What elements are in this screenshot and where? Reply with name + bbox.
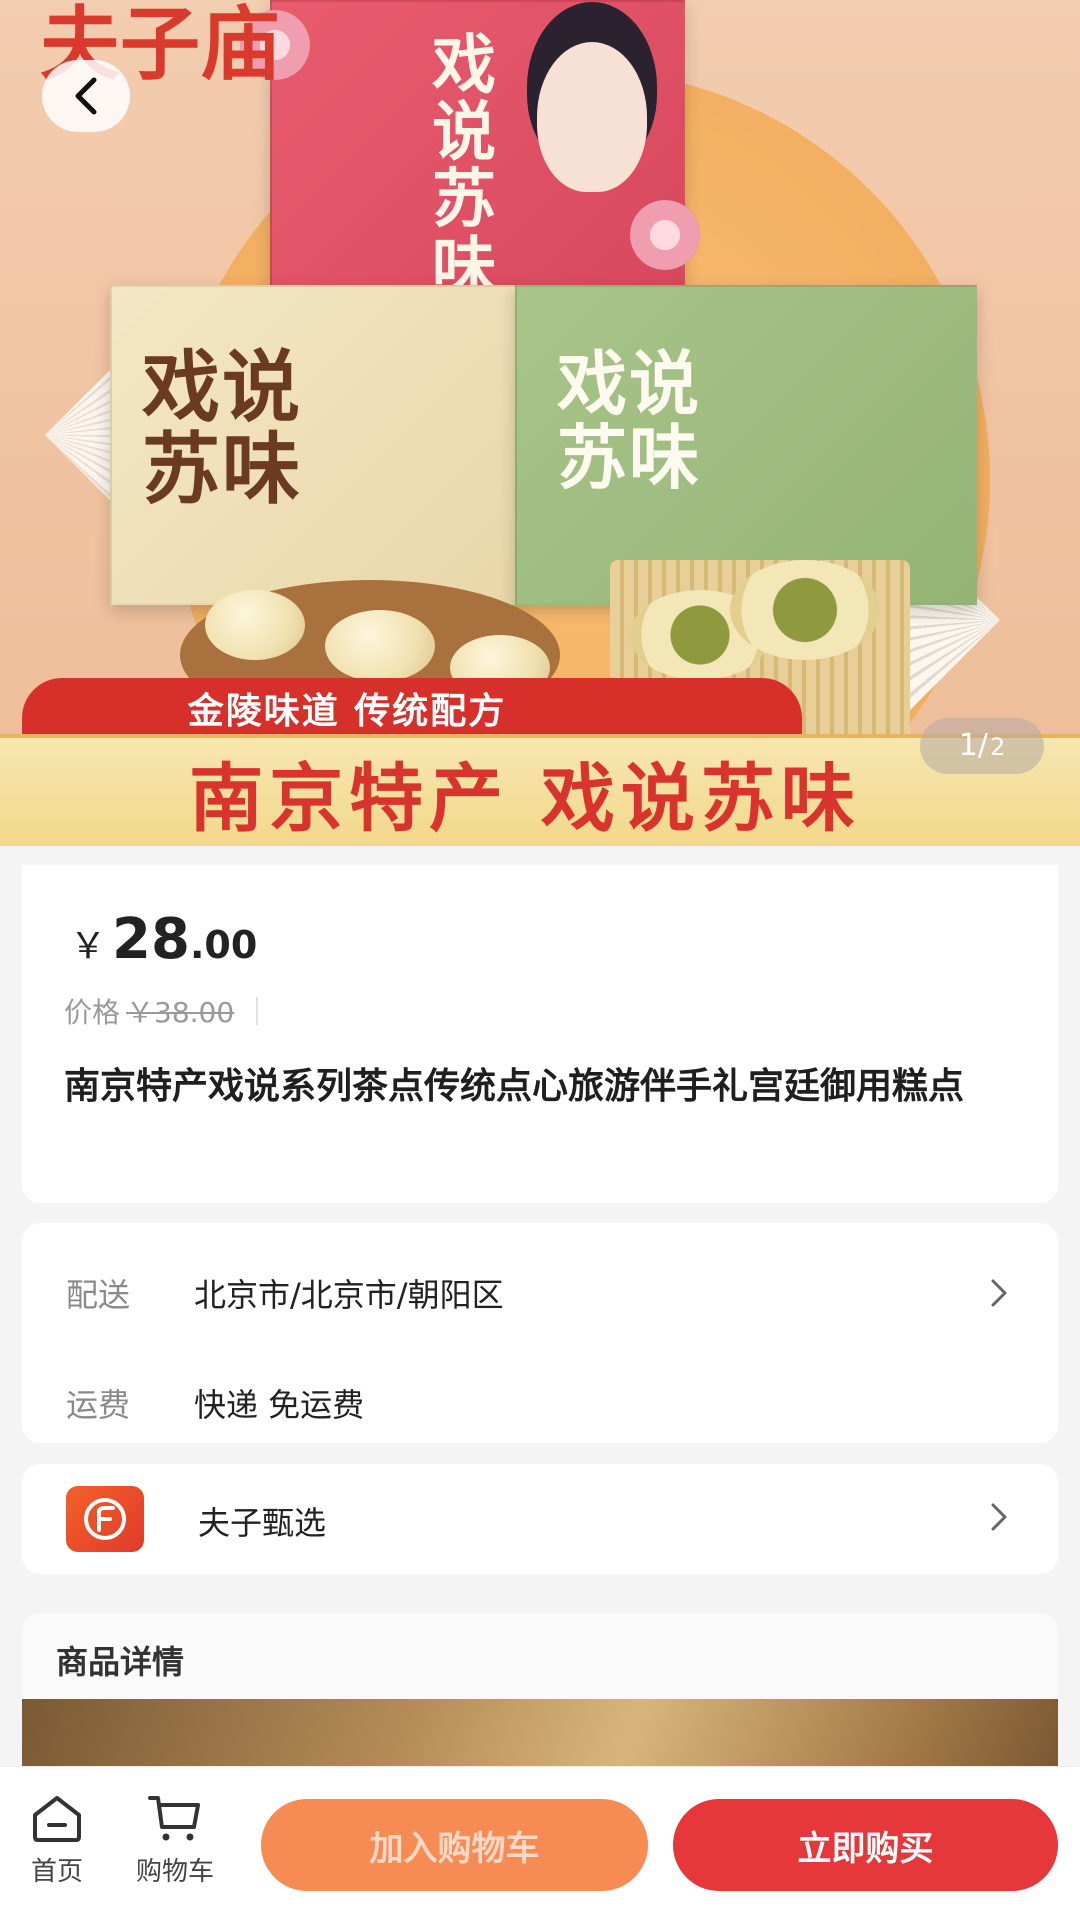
original-price-label: 价格: [64, 996, 121, 1029]
promo-banner-main-text: 南京特产 戏说苏味: [189, 755, 861, 842]
product-detail-page: 戏说苏味 戏说苏味 戏说苏味 夫子庙 金陵味道 传统配方 南京特产 戏说苏味 1…: [0, 0, 1080, 1920]
nav-home-label: 首页: [30, 1857, 83, 1887]
bottom-action-bar: 首页 购物车 加入购物车 立即购买: [0, 1766, 1080, 1920]
chevron-right-icon: [991, 1503, 1007, 1531]
original-price: 价格 ￥38.00: [64, 991, 259, 1031]
price-integer: 28: [112, 907, 190, 972]
nav-cart[interactable]: 购物车: [120, 1793, 230, 1888]
shop-logo-glyph: [84, 1498, 126, 1540]
pastry: [205, 590, 305, 660]
pager-total: 2: [989, 733, 1006, 761]
promo-banner-main: 南京特产 戏说苏味: [0, 734, 1080, 846]
carousel-pager: 1/ 2: [920, 718, 1044, 774]
shipping-address-row[interactable]: 配送 北京市/北京市/朝阳区: [22, 1253, 1058, 1333]
promo-banner-sub: 金陵味道 传统配方: [22, 678, 802, 738]
nav-home[interactable]: 首页: [2, 1793, 112, 1888]
cut-pastry: [730, 560, 880, 660]
back-arrow-icon: [75, 77, 97, 115]
promo-banner-sub-text: 金陵味道 传统配方: [187, 691, 507, 732]
gift-box-title: 戏说苏味: [142, 342, 303, 515]
gift-box-title: 戏说苏味: [432, 28, 498, 305]
product-title: 南京特产戏说系列茶点传统点心旅游伴手礼宫廷御用糕点: [64, 1066, 965, 1107]
details-heading: 商品详情: [56, 1643, 185, 1681]
add-to-cart-button[interactable]: 加入购物车: [261, 1799, 648, 1891]
shipping-label: 配送: [66, 1276, 131, 1314]
buy-now-button[interactable]: 立即购买: [673, 1799, 1058, 1891]
chevron-right-icon: [991, 1279, 1007, 1307]
cart-icon: [148, 1796, 200, 1841]
original-price-value: ￥38.00: [126, 996, 235, 1029]
back-button[interactable]: [42, 60, 130, 132]
delivery-card: 配送 北京市/北京市/朝阳区 运费 快递 免运费: [22, 1223, 1058, 1443]
shop-card[interactable]: 夫子甄选: [22, 1464, 1058, 1574]
flower-decoration: [630, 200, 700, 270]
fee-value: 快递 免运费: [194, 1386, 365, 1424]
shop-name: 夫子甄选: [198, 1504, 327, 1542]
divider: [256, 997, 259, 1025]
gift-box-title: 戏说苏味: [557, 342, 701, 499]
shop-logo-icon: [66, 1486, 144, 1552]
shipping-address: 北京市/北京市/朝阳区: [194, 1276, 504, 1314]
pastry: [325, 610, 435, 682]
fee-label: 运费: [66, 1386, 131, 1424]
opera-lady-illustration: [537, 42, 647, 192]
shipping-fee-row: 运费 快递 免运费: [22, 1363, 1058, 1443]
current-price: ￥ 28 .00: [70, 907, 257, 972]
gift-box-yellow: 戏说苏味: [110, 285, 520, 605]
home-icon: [33, 1796, 81, 1842]
gift-box-red: 戏说苏味: [270, 0, 685, 301]
product-image-carousel[interactable]: 戏说苏味 戏说苏味 戏说苏味 夫子庙 金陵味道 传统配方 南京特产 戏说苏味 1…: [0, 0, 1080, 846]
pager-current: 1/: [958, 728, 988, 763]
price-decimal: .00: [189, 923, 258, 967]
price-card: ￥ 28 .00 价格 ￥38.00 南京特产戏说系列茶点传统点心旅游伴手礼宫廷…: [22, 865, 1058, 1203]
nav-cart-label: 购物车: [135, 1857, 214, 1887]
gift-box-green: 戏说苏味: [515, 285, 977, 605]
currency-symbol: ￥: [70, 926, 107, 967]
